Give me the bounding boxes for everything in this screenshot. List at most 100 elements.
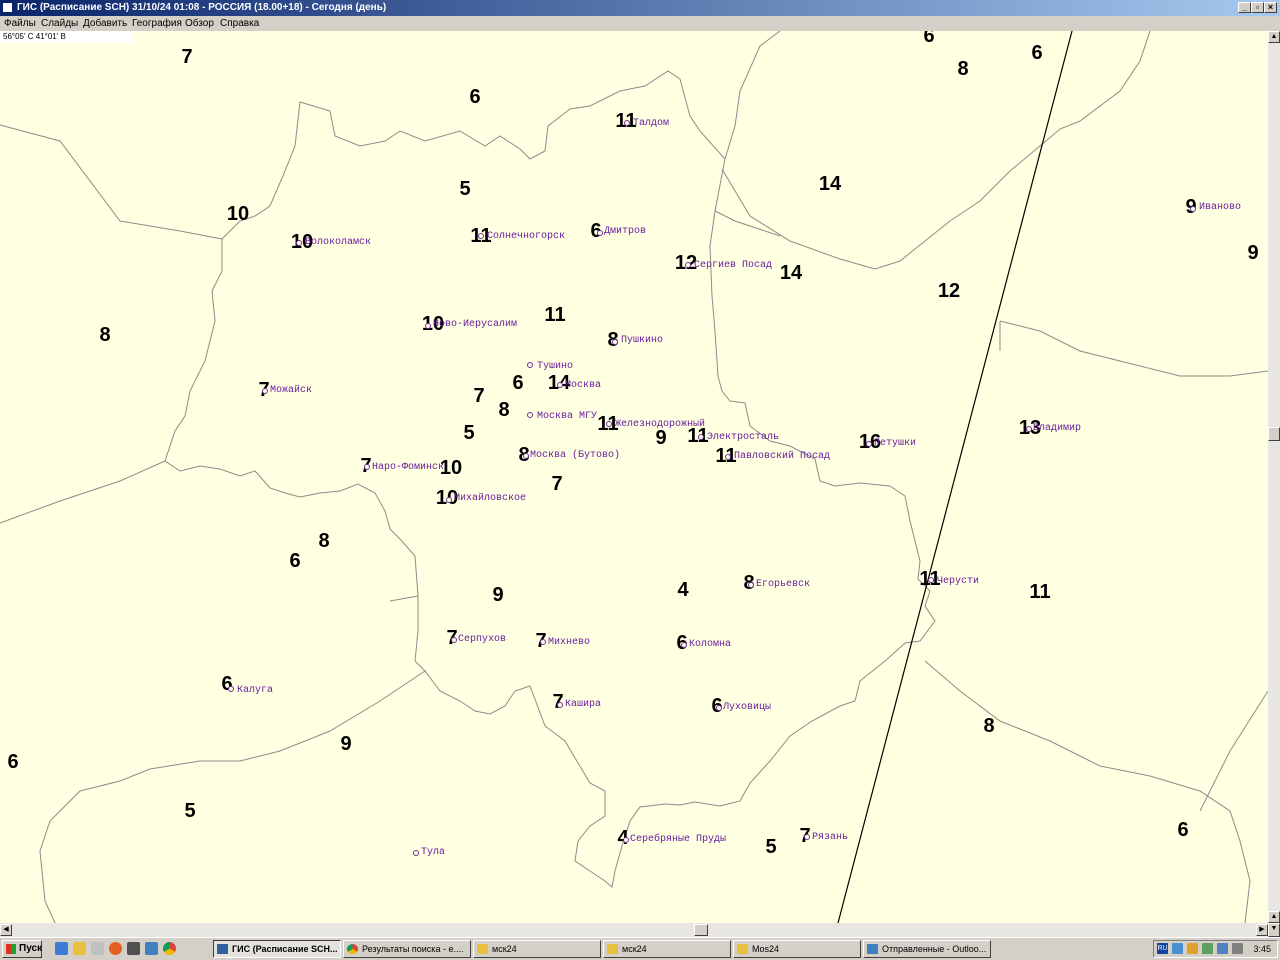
- ryazan-border-2: [1199, 690, 1268, 812]
- city-marker[interactable]: [262, 388, 268, 394]
- horizontal-scrollbar[interactable]: ◀ ▶: [0, 923, 1268, 937]
- city-marker[interactable]: [540, 639, 546, 645]
- city-marker[interactable]: [364, 464, 370, 470]
- start-button[interactable]: Пуск: [2, 940, 42, 958]
- outlook-icon[interactable]: [145, 942, 158, 955]
- scroll-up-icon[interactable]: ▲: [1268, 31, 1280, 43]
- task-outlook-sent[interactable]: Отправленные - Outloo...: [863, 940, 991, 958]
- city-label: Владимир: [1033, 423, 1082, 434]
- menu-slides[interactable]: Слайды: [41, 16, 78, 31]
- city-label: Наро-Фоминск: [372, 462, 445, 473]
- city-marker[interactable]: [685, 262, 691, 268]
- volume-icon[interactable]: [1232, 943, 1243, 954]
- city-marker[interactable]: [413, 850, 419, 856]
- folder-icon[interactable]: [73, 942, 86, 955]
- city-marker[interactable]: [557, 702, 563, 708]
- menu-geography[interactable]: География: [132, 16, 182, 31]
- city-label: Серпухов: [458, 634, 507, 645]
- tray-app-icon[interactable]: [1187, 943, 1198, 954]
- tray-app-icon[interactable]: [1217, 943, 1228, 954]
- forecast-value: 8: [498, 399, 510, 421]
- city-label: Сергиев Посад: [694, 260, 773, 271]
- task-folder-msk24-2[interactable]: мск24: [603, 940, 731, 958]
- tray-app-icon[interactable]: [1202, 943, 1213, 954]
- city-marker[interactable]: [446, 497, 452, 503]
- map-boundaries: [0, 31, 1268, 923]
- city-marker[interactable]: [296, 240, 302, 246]
- city-marker[interactable]: [612, 339, 618, 345]
- ie-icon[interactable]: [55, 942, 68, 955]
- task-folder-mos24[interactable]: Mos24: [733, 940, 861, 958]
- map-canvas[interactable]: 56°05' С 41°01' В 6 7 6 8 6 11 5 14 10 1…: [0, 31, 1268, 923]
- city-marker[interactable]: [425, 323, 431, 329]
- city-marker[interactable]: [527, 362, 533, 368]
- city-label: Ново-Иерусалим: [433, 319, 518, 330]
- city-marker[interactable]: [681, 642, 687, 648]
- scroll-left-icon[interactable]: ◀: [0, 924, 12, 936]
- city-marker[interactable]: [523, 453, 529, 459]
- app-icon[interactable]: [127, 942, 140, 955]
- city-marker[interactable]: [1190, 206, 1196, 212]
- city-marker[interactable]: [597, 230, 603, 236]
- scroll-right-icon[interactable]: ▶: [1256, 924, 1268, 936]
- task-gis[interactable]: ГИС (Расписание SCH...: [213, 940, 341, 958]
- network-icon[interactable]: [1172, 943, 1183, 954]
- city-marker[interactable]: [478, 233, 484, 239]
- city-marker[interactable]: [606, 421, 612, 427]
- menu-help[interactable]: Справка: [220, 16, 259, 31]
- forecast-value: 9: [655, 427, 667, 449]
- city-label: Волоколамск: [305, 237, 372, 248]
- vertical-scroll-thumb[interactable]: [1268, 427, 1280, 441]
- city-marker[interactable]: [866, 441, 872, 447]
- scroll-up-icon[interactable]: ▲: [1268, 911, 1280, 923]
- forecast-value: 5: [463, 422, 475, 444]
- city-marker[interactable]: [698, 434, 704, 440]
- clock[interactable]: 3:45: [1253, 941, 1271, 957]
- task-folder-msk24[interactable]: мск24: [473, 940, 601, 958]
- city-marker[interactable]: [557, 382, 563, 388]
- firefox-icon[interactable]: [109, 942, 122, 955]
- outlook-icon: [867, 944, 878, 954]
- chrome-icon[interactable]: [163, 942, 176, 955]
- city-marker[interactable]: [228, 686, 234, 692]
- task-label: Результаты поиска - e....: [362, 944, 464, 954]
- folder-icon: [477, 944, 488, 954]
- city-marker[interactable]: [716, 705, 722, 711]
- forecast-value: 10: [226, 203, 250, 225]
- forecast-value: 8: [318, 530, 330, 552]
- city-marker[interactable]: [748, 582, 754, 588]
- forecast-value: 9: [1247, 242, 1259, 264]
- city-label: Тула: [421, 847, 446, 858]
- city-marker[interactable]: [527, 412, 533, 418]
- city-marker[interactable]: [623, 837, 629, 843]
- menu-view[interactable]: Обзор: [185, 16, 214, 31]
- city-marker[interactable]: [1026, 426, 1032, 432]
- city-marker[interactable]: [624, 120, 630, 126]
- forecast-value: 5: [765, 836, 777, 858]
- start-label: Пуск: [19, 943, 43, 954]
- window-title: ГИС (Расписание SCH) 31/10/24 01:08 - РО…: [17, 2, 387, 13]
- kaluga-tula-border: [389, 595, 419, 602]
- restore-button[interactable]: ▫: [1251, 2, 1264, 13]
- task-label: Mos24: [752, 944, 780, 954]
- forecast-value: 8: [957, 58, 969, 80]
- folder-icon: [607, 944, 618, 954]
- scroll-down-icon[interactable]: ▼: [1268, 923, 1280, 937]
- city-marker[interactable]: [928, 577, 934, 583]
- city-marker[interactable]: [804, 834, 810, 840]
- vertical-scrollbar[interactable]: ▲ ▼: [1268, 31, 1280, 923]
- document-icon[interactable]: [91, 942, 104, 955]
- city-label: Можайск: [270, 385, 313, 396]
- language-indicator[interactable]: RU: [1157, 943, 1168, 954]
- horizontal-scroll-thumb[interactable]: [694, 924, 708, 936]
- close-button[interactable]: ×: [1264, 2, 1277, 13]
- menu-files[interactable]: Файлы: [4, 16, 36, 31]
- task-search-results[interactable]: Результаты поиска - e....: [343, 940, 471, 958]
- minimize-button[interactable]: _: [1238, 2, 1251, 13]
- forecast-value: 7: [473, 385, 485, 407]
- city-marker[interactable]: [725, 454, 731, 460]
- forecast-value: 6: [512, 372, 524, 394]
- menu-add[interactable]: Добавить: [83, 16, 127, 31]
- forecast-value: 9: [492, 584, 504, 606]
- city-marker[interactable]: [451, 637, 457, 643]
